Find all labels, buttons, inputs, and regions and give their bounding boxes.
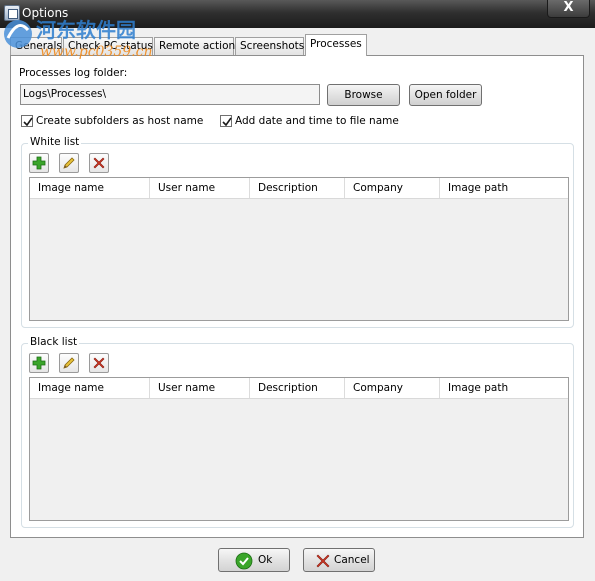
black-list-delete-button[interactable] [89,353,109,373]
ok-button[interactable]: Ok [218,548,290,572]
black-list-header: Image name User name Description Company… [30,378,568,399]
close-button[interactable]: X [547,0,590,18]
black-list-edit-button[interactable] [59,353,79,373]
black-list-group: Black list Image name User name Descript… [21,336,574,528]
window-title: Options [22,6,69,20]
datetime-label: Add date and time to file name [235,115,399,127]
datetime-checkbox[interactable] [220,115,232,127]
white-list-title: White list [28,136,82,148]
tab-screenshots[interactable]: Screenshots [235,37,304,55]
tab-processes[interactable]: Processes [305,34,367,56]
column-image-path[interactable]: Image path [440,378,568,398]
white-list-edit-button[interactable] [59,153,79,173]
column-image-name[interactable]: Image name [30,178,150,198]
white-list-table[interactable]: Image name User name Description Company… [29,177,569,321]
column-description[interactable]: Description [250,378,345,398]
log-folder-field[interactable]: Logs\Processes\ [20,84,320,105]
column-company[interactable]: Company [345,378,440,398]
edit-icon [63,157,75,169]
column-company[interactable]: Company [345,178,440,198]
white-list-add-button[interactable] [29,153,49,173]
column-image-name[interactable]: Image name [30,378,150,398]
delete-icon [93,157,105,169]
black-list-title: Black list [28,336,80,348]
column-image-path[interactable]: Image path [440,178,568,198]
white-list-delete-button[interactable] [89,153,109,173]
cancel-button[interactable]: Cancel [303,548,375,572]
black-list-add-button[interactable] [29,353,49,373]
browse-button[interactable]: Browse [327,84,400,106]
delete-icon [93,357,105,369]
open-folder-button[interactable]: Open folder [409,84,482,106]
cancel-label: Cancel [334,554,370,566]
title-bar: Options X [0,0,595,28]
tab-remote-action[interactable]: Remote action [154,37,235,55]
white-list-group: White list Image name User name Descript… [21,136,574,328]
check-mark-icon [23,117,33,127]
tab-check-pc-status[interactable]: Check PC status [63,37,153,55]
column-description[interactable]: Description [250,178,345,198]
add-icon [32,356,46,370]
log-folder-label: Processes log folder: [19,67,128,79]
black-list-table[interactable]: Image name User name Description Company… [29,377,569,521]
subfolders-label: Create subfolders as host name [36,115,204,127]
cancel-x-icon [316,554,330,568]
column-user-name[interactable]: User name [150,378,250,398]
ok-label: Ok [258,554,273,566]
column-user-name[interactable]: User name [150,178,250,198]
edit-icon [63,357,75,369]
white-list-header: Image name User name Description Company… [30,178,568,199]
subfolders-checkbox[interactable] [21,115,33,127]
check-mark-icon [222,117,232,127]
add-icon [32,156,46,170]
app-icon [4,5,20,21]
ok-check-icon [235,552,253,570]
processes-panel: Processes log folder: Logs\Processes\ Br… [10,55,584,538]
tab-generals[interactable]: Generals [10,37,62,55]
